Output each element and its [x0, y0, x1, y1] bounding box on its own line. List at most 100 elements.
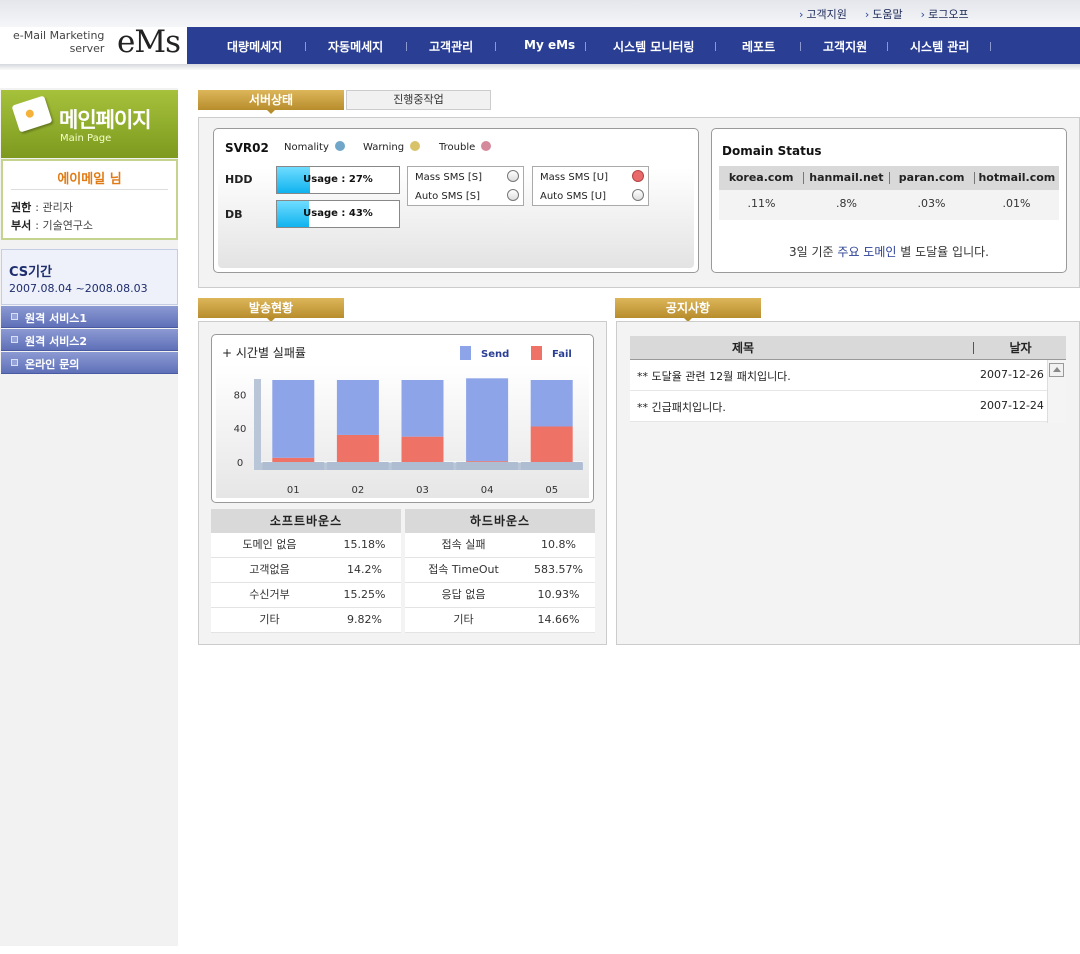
bounce-label: 수신거부: [249, 588, 290, 601]
role-label: 권한: [11, 201, 32, 214]
notice-item-title[interactable]: ** 긴급패치입니다.: [637, 399, 726, 415]
table-row: 고객없음 14.2%: [211, 558, 401, 583]
notice-item[interactable]: ** 긴급패치입니다. 2007-12-24: [630, 391, 1066, 422]
server-box: SVR02 Nomality Warning Trouble HDD Usage…: [213, 128, 699, 273]
nav-separator: [406, 42, 407, 51]
legend-trouble: Trouble: [439, 141, 492, 153]
nav-customer-support[interactable]: 고객지원: [823, 38, 867, 55]
main-page-subtitle: Main Page: [60, 133, 112, 144]
note-highlight: 주요 도메인: [837, 245, 897, 259]
domain-rate: .01%: [1002, 197, 1031, 210]
table-row: 응답 없음 10.93%: [405, 583, 595, 608]
note-text: 별 도달율 입니다.: [896, 245, 989, 259]
domain-status-box: Domain Status korea.com hanmail.net para…: [711, 128, 1067, 273]
notice-scrollbar[interactable]: [1047, 360, 1066, 423]
tab-server-status[interactable]: 서버상태: [198, 90, 344, 114]
nav-bulk-message[interactable]: 대량메세지: [227, 38, 282, 55]
nav-system-admin[interactable]: 시스템 관리: [910, 38, 969, 55]
nav-system-monitoring[interactable]: 시스템 모니터링: [613, 38, 694, 55]
utility-links: 고객지원 도움말 로그오프: [799, 6, 968, 22]
nav-separator: [990, 42, 991, 51]
nav-customer-mgmt[interactable]: 고객관리: [429, 38, 473, 55]
sidebar-item-remote-service-2[interactable]: 원격 서비스2: [1, 329, 178, 351]
bounce-label: 응답 없음: [441, 588, 486, 601]
bounce-label: 고객없음: [249, 563, 290, 576]
nav-auto-message[interactable]: 자동메세지: [328, 38, 383, 55]
legend-warning-label: Warning: [363, 142, 405, 153]
auto-sms-u-status-icon: [632, 189, 644, 201]
domain-status-table: korea.com hanmail.net paran.com hotmail.…: [719, 166, 1059, 220]
x-tick-label: 02: [352, 485, 365, 496]
nav-separator: [800, 42, 801, 51]
legend-normal: Nomality: [284, 141, 345, 153]
mass-sms-u-label: Mass SMS [U]: [540, 172, 608, 183]
bullet-icon: [11, 359, 18, 366]
status-dot-normal-icon: [334, 141, 345, 151]
bounce-value: 10.8%: [541, 538, 576, 551]
util-link-logoff[interactable]: 로그오프: [921, 6, 968, 22]
column-separator: [973, 342, 974, 354]
bullet-icon: [11, 336, 18, 343]
bounce-label: 기타: [259, 613, 280, 626]
bounce-label: 접속 실패: [441, 538, 486, 551]
bounce-value: 15.25%: [343, 588, 386, 601]
table-row: 기타 14.66%: [405, 608, 595, 633]
nav-separator: [305, 42, 306, 51]
main-page-banner[interactable]: 메인페이지 Main Page: [1, 90, 178, 158]
bounce-value: 15.18%: [343, 538, 386, 551]
nav-report[interactable]: 레포트: [742, 38, 775, 55]
bar-send: [272, 380, 315, 458]
hard-bounce-title: 하드바운스: [405, 509, 595, 533]
mass-sms-u-alert-icon: [632, 170, 644, 182]
hdd-usage-bar: Usage : 27%: [276, 166, 400, 194]
table-row: 도메인 없음 15.18%: [211, 533, 401, 558]
logo-brand: eMs: [117, 24, 181, 60]
domain-name: hotmail.com: [973, 172, 1059, 184]
domain-name: korea.com: [728, 171, 794, 184]
bar-base: [262, 462, 325, 470]
domain-rate: .8%: [836, 197, 857, 210]
bar-base: [327, 462, 389, 470]
logo-tagline-line1: e-Mail Marketing: [13, 29, 105, 42]
envelope-icon: [11, 95, 53, 133]
db-usage-bar: Usage : 43%: [276, 200, 400, 228]
hdd-usage-text: Usage : 27%: [303, 174, 373, 185]
sidebar-item-label: 원격 서비스2: [25, 335, 88, 348]
notice-item[interactable]: ** 도달율 관련 12월 패치입니다. 2007-12-26: [630, 360, 1066, 391]
bar-base: [456, 462, 518, 470]
domain-values-row: .11% .8% .03% .01%: [719, 190, 1059, 220]
bounce-label: 기타: [453, 613, 474, 626]
mass-sms-s-status-icon: [507, 170, 519, 182]
notice-item-date: 2007-12-26: [980, 368, 1044, 381]
notice-item-title[interactable]: ** 도달율 관련 12월 패치입니다.: [637, 368, 791, 384]
auto-sms-s-label: Auto SMS [S]: [415, 191, 481, 202]
logo-tagline: e-Mail Marketing server: [13, 29, 104, 55]
db-label: DB: [225, 208, 243, 221]
y-tick-label: 80: [234, 390, 247, 401]
util-link-help[interactable]: 도움말: [865, 6, 902, 22]
scroll-up-arrow-icon[interactable]: [1049, 363, 1064, 377]
app-root: 고객지원 도움말 로그오프 e-Mail Marketing server eM…: [0, 0, 1080, 954]
sidebar-item-remote-service-1[interactable]: 원격 서비스1: [1, 306, 178, 328]
db-usage-text: Usage : 43%: [303, 208, 373, 219]
util-link-support[interactable]: 고객지원: [799, 6, 846, 22]
notice-item-date: 2007-12-24: [980, 399, 1044, 412]
nav-my-ems[interactable]: My eMs: [524, 38, 575, 52]
bar-send: [401, 380, 444, 437]
domain-status-title: Domain Status: [722, 144, 822, 158]
legend-normal-label: Nomality: [284, 142, 329, 153]
bar-fail: [336, 434, 379, 462]
logo[interactable]: e-Mail Marketing server eMs: [0, 24, 187, 67]
domain-name: paran.com: [888, 172, 974, 184]
tab-jobs-in-progress[interactable]: 진행중작업: [346, 90, 491, 110]
bar-base: [391, 462, 454, 470]
y-tick-label: 0: [237, 458, 243, 469]
status-dot-warning-icon: [410, 141, 421, 151]
bar-fail: [466, 461, 509, 462]
cs-period-dates: 2007.08.04 ~2008.08.03: [9, 282, 148, 295]
domain-rate: .03%: [917, 197, 946, 210]
bounce-value: 14.2%: [347, 563, 382, 576]
sidebar-item-online-inquiry[interactable]: 온라인 문의: [1, 352, 178, 374]
table-row: 접속 TimeOut 583.57%: [405, 558, 595, 583]
legend-warning: Warning: [363, 141, 421, 153]
